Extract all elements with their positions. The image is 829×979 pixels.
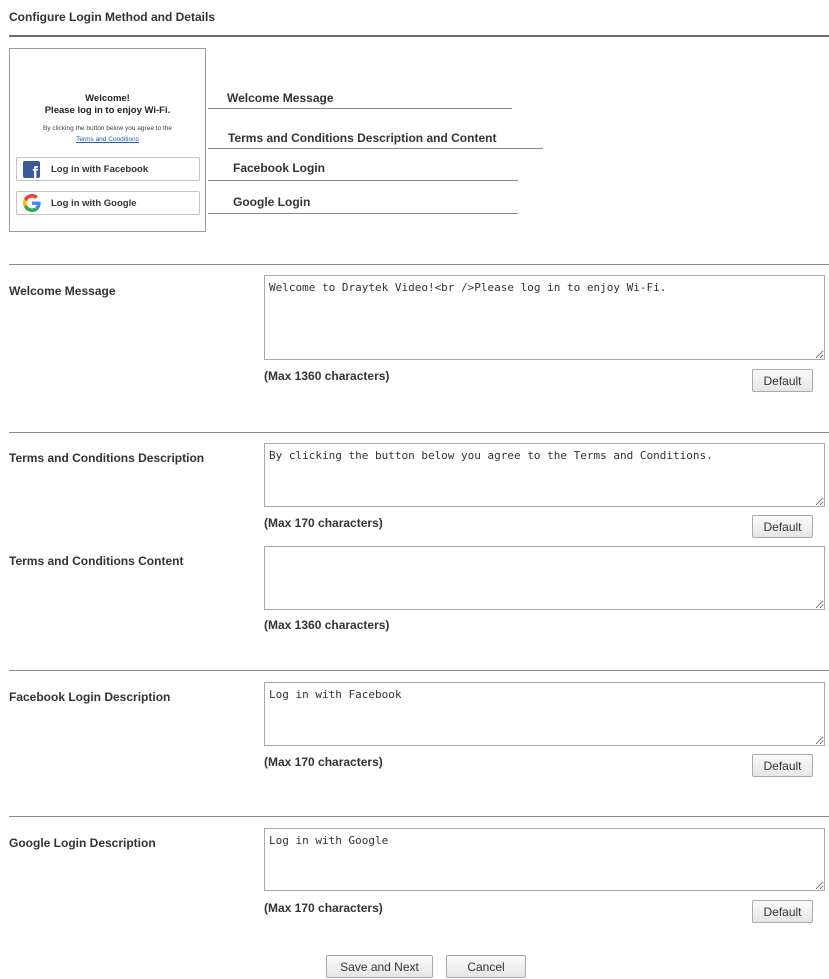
google-description-label: Google Login Description bbox=[9, 836, 156, 850]
section-divider bbox=[9, 816, 829, 817]
facebook-description-label: Facebook Login Description bbox=[9, 690, 171, 704]
title-divider bbox=[9, 35, 829, 37]
callout-google-login[interactable]: Google Login bbox=[233, 195, 310, 209]
callout-terms[interactable]: Terms and Conditions Description and Con… bbox=[228, 131, 496, 145]
callout-facebook-line bbox=[208, 180, 518, 181]
terms-default-button[interactable]: Default bbox=[752, 515, 813, 538]
section-divider bbox=[9, 670, 829, 671]
terms-description-field[interactable]: By clicking the button below you agree t… bbox=[264, 443, 825, 507]
facebook-description-field[interactable]: Log in with Facebook bbox=[264, 682, 825, 746]
preview-welcome-line1: Welcome! bbox=[85, 93, 130, 104]
preview-google-label: Log in with Google bbox=[51, 198, 137, 209]
cancel-button[interactable]: Cancel bbox=[446, 955, 526, 978]
section-divider bbox=[9, 432, 829, 433]
callout-terms-line bbox=[208, 148, 543, 149]
callout-welcome-message[interactable]: Welcome Message bbox=[227, 91, 334, 105]
preview-google-button[interactable]: Log in with Google bbox=[16, 191, 200, 215]
page-title: Configure Login Method and Details bbox=[9, 10, 215, 24]
callout-google-line bbox=[208, 213, 518, 214]
preview-facebook-label: Log in with Facebook bbox=[51, 164, 149, 175]
section-divider bbox=[9, 264, 829, 265]
terms-content-max: (Max 1360 characters) bbox=[264, 618, 390, 632]
facebook-icon: f bbox=[23, 161, 40, 178]
google-icon bbox=[23, 194, 41, 212]
callout-welcome-line bbox=[208, 108, 512, 109]
preview-agree-text: By clicking the button below you agree t… bbox=[43, 125, 172, 132]
preview-welcome-line2: Please log in to enjoy Wi-Fi. bbox=[44, 105, 171, 116]
terms-description-label: Terms and Conditions Description bbox=[9, 451, 205, 465]
google-description-max: (Max 170 characters) bbox=[264, 901, 383, 915]
facebook-default-button[interactable]: Default bbox=[752, 754, 813, 777]
terms-content-label: Terms and Conditions Content bbox=[9, 554, 184, 568]
terms-content-field[interactable] bbox=[264, 546, 825, 610]
google-default-button[interactable]: Default bbox=[752, 900, 813, 923]
callout-facebook-login[interactable]: Facebook Login bbox=[233, 161, 325, 175]
welcome-message-max: (Max 1360 characters) bbox=[264, 369, 390, 383]
terms-description-max: (Max 170 characters) bbox=[264, 516, 383, 530]
facebook-description-max: (Max 170 characters) bbox=[264, 755, 383, 769]
welcome-default-button[interactable]: Default bbox=[752, 369, 813, 392]
save-and-next-button[interactable]: Save and Next bbox=[326, 955, 433, 978]
preview-facebook-button[interactable]: f Log in with Facebook bbox=[16, 157, 200, 181]
preview-terms-link[interactable]: Terms and Conditions bbox=[10, 136, 205, 143]
welcome-message-label: Welcome Message bbox=[9, 284, 116, 298]
google-description-field[interactable]: Log in with Google bbox=[264, 828, 825, 891]
login-preview: Welcome! Please log in to enjoy Wi-Fi. B… bbox=[9, 48, 206, 232]
welcome-message-field[interactable]: Welcome to Draytek Video!<br />Please lo… bbox=[264, 275, 825, 360]
